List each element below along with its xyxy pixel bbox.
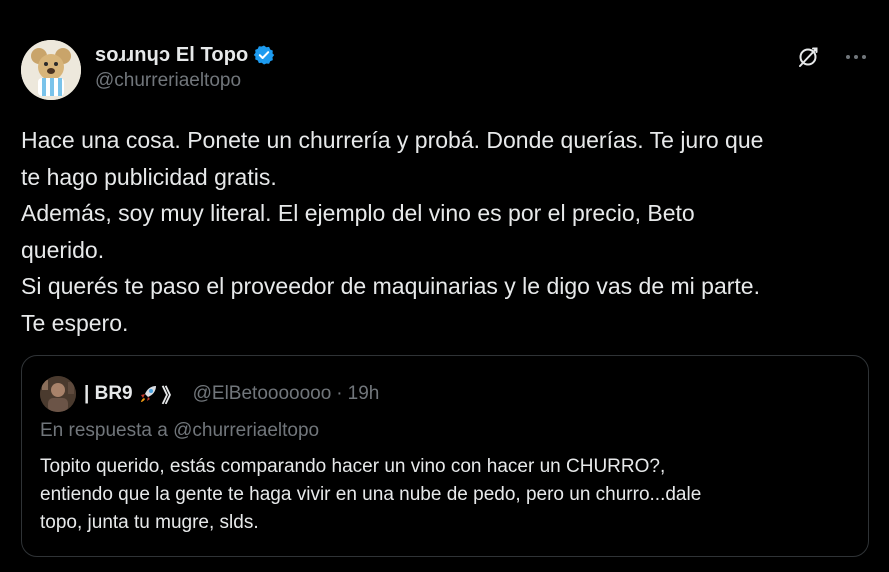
author-name-row: soɹɹnɥɔ El Topo xyxy=(95,42,275,68)
quoted-author-name-suffix: 》 xyxy=(161,385,181,407)
reply-context: En respuesta a @churreriaeltopo xyxy=(40,420,319,442)
quoted-author-name[interactable]: | BR9 xyxy=(84,383,133,405)
verified-badge-icon[interactable] xyxy=(253,44,275,66)
quoted-separator: · xyxy=(336,383,343,404)
author-handle[interactable]: @churreriaeltopo xyxy=(95,70,275,92)
quoted-tweet-header: | BR9 》 @ElBetooooooo · 19h xyxy=(40,376,379,412)
quoted-tweet-text: Topito querido, estás comparando hacer u… xyxy=(40,456,702,533)
rocket-emoji-icon xyxy=(136,382,160,406)
quoted-tweet[interactable]: | BR9 》 @ElBetooooooo · 19h En respuesta… xyxy=(21,355,869,557)
author-display-name[interactable]: soɹɹnɥɔ El Topo xyxy=(95,44,248,67)
tweet-text: Hace una cosa. Ponete un churrería y pro… xyxy=(21,127,764,336)
quoted-author-handle[interactable]: @ElBetooooooo xyxy=(193,383,332,405)
author-avatar[interactable] xyxy=(21,40,81,100)
reply-context-handle[interactable]: @churreriaeltopo xyxy=(173,420,319,441)
tweet-container: soɹɹnɥɔ El Topo @churreriaeltopo Hace un… xyxy=(0,0,889,572)
author-block: soɹɹnɥɔ El Topo @churreriaeltopo xyxy=(95,42,275,92)
quoted-timestamp[interactable]: 19h xyxy=(348,383,380,405)
header-actions xyxy=(795,44,869,70)
more-options-icon[interactable] xyxy=(843,44,869,70)
quoted-author-avatar[interactable] xyxy=(40,376,76,412)
grok-icon[interactable] xyxy=(795,44,821,70)
reply-context-prefix: En respuesta a xyxy=(40,420,168,441)
